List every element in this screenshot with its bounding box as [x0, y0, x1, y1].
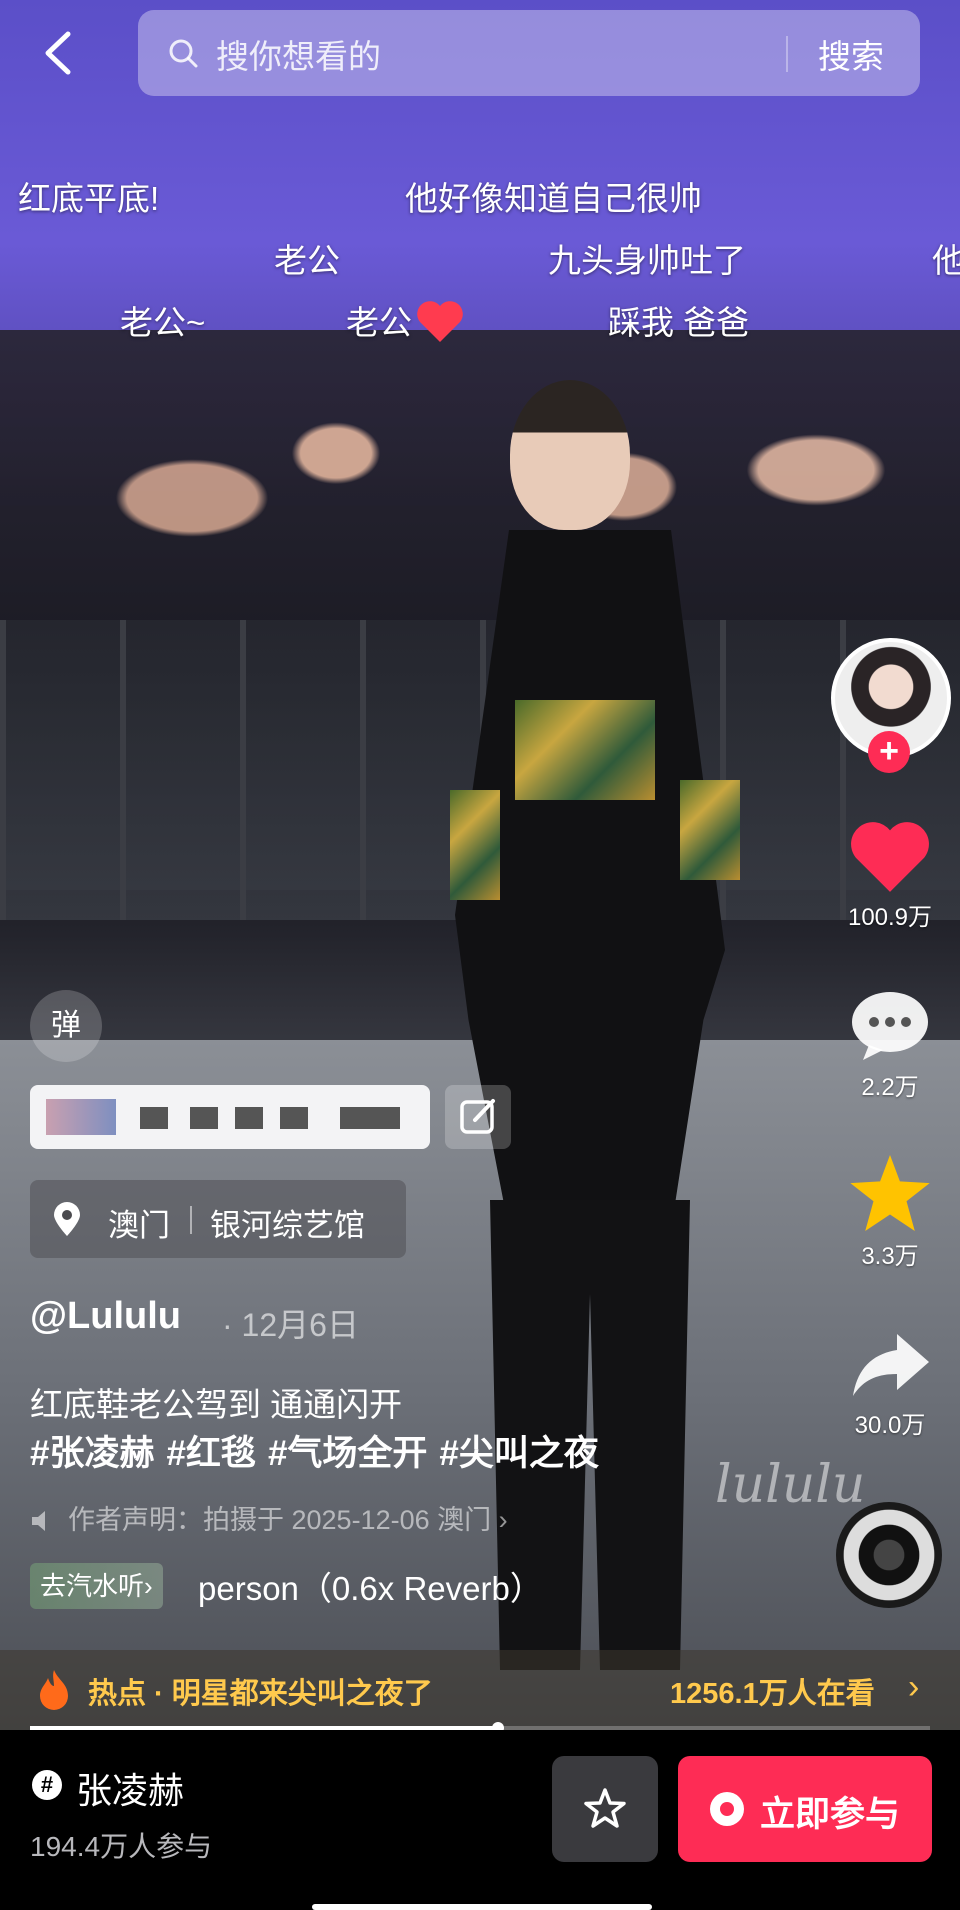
author-declaration[interactable]: 作者声明：拍摄于 2025-12-06 澳门 ›	[30, 1498, 508, 1537]
music-source-label: 去汽水听	[40, 1571, 145, 1601]
performer-head	[510, 380, 630, 530]
search-divider	[786, 36, 788, 72]
video-player[interactable]: 红底平底! 他好像知道自己很帅 老公 九头身帅吐了 他 老公~ 老公 踩我 爸爸…	[0, 0, 960, 1730]
speaker-icon	[32, 1511, 45, 1531]
performer-figure	[450, 380, 740, 1680]
chevron-left-icon	[45, 31, 71, 75]
topic-favorite-button[interactable]	[552, 1756, 658, 1862]
back-button[interactable]	[38, 28, 78, 78]
blurred-text	[190, 1107, 218, 1129]
topic-bottom-bar: # 张凌赫 194.4万人参与 立即参与	[0, 1730, 960, 1910]
follow-button[interactable]: +	[868, 731, 910, 773]
favorite-count: 3.3万	[861, 1243, 919, 1270]
blurred-text	[340, 1107, 400, 1129]
search-button[interactable]: 搜索	[818, 30, 884, 78]
hot-topic-bar[interactable]: 热点 · 明星都来尖叫之夜了 1256.1万人在看 ›	[0, 1650, 960, 1730]
hashtag-link[interactable]: #尖叫之夜	[439, 1434, 598, 1473]
camera-icon	[710, 1792, 744, 1826]
danmaku-item: 老公~	[120, 304, 206, 341]
location-pin-icon	[54, 1202, 80, 1236]
edit-icon	[460, 1099, 495, 1134]
chevron-right-icon: ›	[908, 1668, 920, 1706]
music-source-tag[interactable]: 去汽水听›	[30, 1563, 163, 1609]
danmaku-toggle[interactable]: 弹	[30, 990, 102, 1062]
blurred-text	[235, 1107, 263, 1129]
star-icon	[850, 1155, 930, 1231]
post-date: · 12月6日	[222, 1307, 359, 1343]
sequin-cuff-left	[450, 790, 500, 900]
chevron-right-icon: ›	[498, 1505, 508, 1535]
search-icon	[169, 39, 198, 68]
location-venue: 银河综艺馆	[210, 1208, 365, 1243]
progress-knob[interactable]	[492, 1722, 504, 1730]
danmaku-input[interactable]	[30, 1085, 430, 1149]
edit-button[interactable]	[445, 1085, 511, 1149]
comment-count: 2.2万	[861, 1074, 919, 1101]
hashtag-link[interactable]: #张凌赫	[30, 1434, 154, 1473]
danmaku-item: 他	[932, 242, 960, 279]
home-indicator	[312, 1904, 652, 1910]
music-name[interactable]: person（0.6x Reverb）	[198, 1562, 543, 1610]
share-icon	[853, 1334, 929, 1396]
topic-participants: 194.4万人参与	[30, 1831, 213, 1862]
heart-icon	[851, 822, 929, 892]
chevron-right-icon: ›	[144, 1571, 153, 1601]
topic-name[interactable]: 张凌赫	[76, 1762, 184, 1814]
sequin-belt	[515, 700, 655, 800]
share-count: 30.0万	[854, 1412, 926, 1439]
viewer-count: 1256.1万人在看	[670, 1678, 875, 1710]
star-outline-icon	[584, 1788, 626, 1828]
hashtag-list: #张凌赫 #红毯 #气场全开 #尖叫之夜	[30, 1425, 611, 1476]
danmaku-item: 九头身帅吐了	[548, 242, 746, 279]
search-input[interactable]: 搜你想看的	[216, 30, 381, 78]
location-divider	[190, 1206, 192, 1234]
hashtag-icon: #	[32, 1770, 62, 1800]
sequin-cuff-right	[680, 780, 740, 880]
hot-topic-text: 热点 · 明星都来尖叫之夜了	[88, 1678, 433, 1710]
join-button[interactable]: 立即参与	[678, 1756, 932, 1862]
author-name[interactable]: @Lululu	[30, 1295, 181, 1338]
location-tag[interactable]: 澳门 银河综艺馆	[30, 1180, 406, 1258]
like-button[interactable]: 100.9万	[840, 820, 940, 932]
search-bar[interactable]: 搜你想看的 搜索	[138, 10, 920, 96]
blurred-text	[140, 1107, 168, 1129]
share-button[interactable]: 30.0万	[840, 1330, 940, 1440]
danmaku-item: 红底平底!	[18, 180, 160, 217]
flame-icon	[40, 1670, 68, 1710]
location-city: 澳门	[108, 1208, 170, 1243]
hashtag-link[interactable]: #红毯	[166, 1434, 255, 1473]
join-button-label: 立即参与	[760, 1795, 901, 1834]
hashtag-link[interactable]: #气场全开	[268, 1434, 427, 1473]
blurred-text	[280, 1107, 308, 1129]
comment-icon	[852, 992, 928, 1060]
blurred-text	[46, 1099, 116, 1135]
declaration-text: 作者声明：拍摄于 2025-12-06 澳门	[68, 1505, 492, 1535]
post-description: 红底鞋老公驾到 通通闪开	[30, 1386, 403, 1423]
watermark: lululu	[715, 1455, 866, 1515]
danmaku-item: 踩我 爸爸	[608, 304, 750, 341]
heart-icon	[417, 301, 463, 342]
comment-button[interactable]: 2.2万	[840, 990, 940, 1102]
danmaku-item: 他好像知道自己很帅	[405, 180, 702, 217]
favorite-button[interactable]: 3.3万	[840, 1155, 940, 1271]
danmaku-item: 老公	[274, 242, 340, 279]
like-count: 100.9万	[847, 904, 933, 931]
music-disc[interactable]	[836, 1502, 942, 1608]
danmaku-item: 老公	[346, 296, 464, 344]
